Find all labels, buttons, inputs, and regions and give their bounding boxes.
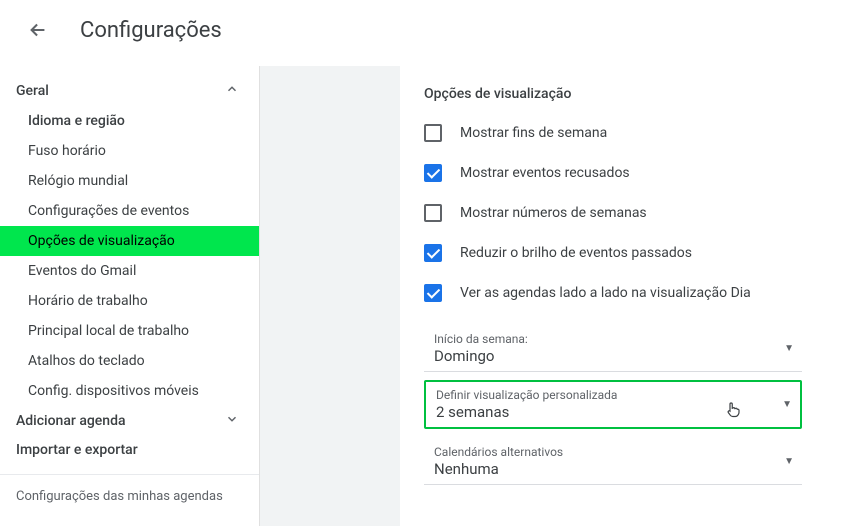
- sidebar-section-label: Geral: [16, 83, 49, 99]
- dropdown-custom-view[interactable]: Definir visualização personalizada 2 sem…: [424, 380, 802, 429]
- dropdown-value: 2 semanas: [436, 403, 764, 421]
- dropdown-value: Domingo: [434, 347, 784, 365]
- dropdown-label: Início da semana:: [434, 332, 784, 346]
- sidebar-item-working-hours[interactable]: Horário de trabalho: [0, 286, 259, 316]
- checkbox-week-numbers[interactable]: [424, 204, 442, 222]
- chevron-up-icon: [225, 82, 239, 100]
- checkbox-label: Mostrar eventos recusados: [460, 165, 630, 181]
- dropdown-value: Nenhuma: [434, 460, 784, 478]
- content-gap: [260, 66, 400, 526]
- sidebar-item-keyboard-shortcuts[interactable]: Atalhos do teclado: [0, 346, 259, 376]
- sidebar-item-view-options[interactable]: Opções de visualização: [0, 226, 259, 256]
- checkbox-row-side-by-side: Ver as agendas lado a lado na visualizaç…: [424, 284, 802, 302]
- sidebar-section-add-calendar[interactable]: Adicionar agenda: [0, 406, 259, 436]
- sidebar-item-timezone[interactable]: Fuso horário: [0, 136, 259, 166]
- checkbox-row-declined: Mostrar eventos recusados: [424, 164, 802, 182]
- checkbox-label: Reduzir o brilho de eventos passados: [460, 245, 692, 261]
- page-title: Configurações: [80, 18, 222, 43]
- sidebar-section-general[interactable]: Geral: [0, 76, 259, 106]
- dropdown-alt-calendars[interactable]: Calendários alternativos Nenhuma ▼: [424, 437, 802, 485]
- caret-down-icon: ▼: [784, 343, 794, 354]
- checkbox-weekends[interactable]: [424, 124, 442, 142]
- checkbox-label: Mostrar fins de semana: [460, 125, 607, 141]
- dropdown-label: Definir visualização personalizada: [436, 388, 764, 402]
- checkbox-label: Ver as agendas lado a lado na visualizaç…: [460, 285, 751, 301]
- caret-down-icon: ▼: [784, 456, 794, 467]
- content-title: Opções de visualização: [424, 86, 802, 102]
- sidebar-section-label: Importar e exportar: [16, 442, 138, 458]
- checkbox-dim-past[interactable]: [424, 244, 442, 262]
- sidebar: Geral Idioma e região Fuso horário Relóg…: [0, 66, 260, 526]
- checkbox-declined[interactable]: [424, 164, 442, 182]
- sidebar-my-calendars-header: Configurações das minhas agendas: [0, 474, 259, 504]
- dropdown-week-start[interactable]: Início da semana: Domingo ▼: [424, 324, 802, 372]
- sidebar-item-language-region[interactable]: Idioma e região: [0, 106, 259, 136]
- caret-down-icon: ▼: [782, 399, 792, 410]
- checkbox-side-by-side[interactable]: [424, 284, 442, 302]
- sidebar-item-world-clock[interactable]: Relógio mundial: [0, 166, 259, 196]
- dropdown-label: Calendários alternativos: [434, 445, 784, 459]
- sidebar-item-work-location[interactable]: Principal local de trabalho: [0, 316, 259, 346]
- arrow-left-icon: [27, 19, 49, 41]
- back-button[interactable]: [20, 12, 56, 48]
- checkbox-row-week-numbers: Mostrar números de semanas: [424, 204, 802, 222]
- sidebar-section-label: Adicionar agenda: [16, 413, 126, 429]
- checkbox-row-weekends: Mostrar fins de semana: [424, 124, 802, 142]
- chevron-down-icon: [225, 412, 239, 430]
- sidebar-item-gmail-events[interactable]: Eventos do Gmail: [0, 256, 259, 286]
- cursor-pointer-icon: [724, 399, 742, 423]
- sidebar-item-event-settings[interactable]: Configurações de eventos: [0, 196, 259, 226]
- checkbox-label: Mostrar números de semanas: [460, 205, 647, 221]
- content-panel: Opções de visualização Mostrar fins de s…: [400, 66, 844, 526]
- checkbox-row-dim-past: Reduzir o brilho de eventos passados: [424, 244, 802, 262]
- sidebar-item-mobile-config[interactable]: Config. dispositivos móveis: [0, 376, 259, 406]
- sidebar-section-import-export[interactable]: Importar e exportar: [0, 436, 259, 464]
